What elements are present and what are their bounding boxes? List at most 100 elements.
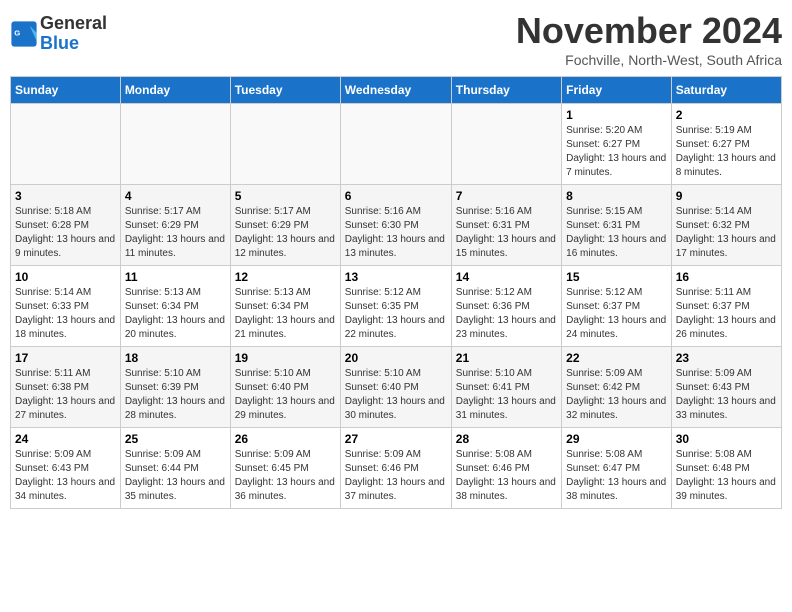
day-info: Sunrise: 5:17 AM Sunset: 6:29 PM Dayligh…: [125, 205, 226, 261]
day-info: Sunrise: 5:13 AM Sunset: 6:34 PM Dayligh…: [235, 286, 336, 342]
day-header-wednesday: Wednesday: [340, 77, 451, 104]
calendar-day-cell: 20 Sunrise: 5:10 AM Sunset: 6:40 PM Dayli…: [340, 347, 451, 428]
logo-text-line2: Blue: [40, 34, 107, 54]
day-number: 26: [235, 432, 336, 446]
calendar-week-row: 10 Sunrise: 5:14 AM Sunset: 6:33 PM Dayli…: [11, 266, 782, 347]
day-number: 25: [125, 432, 226, 446]
day-header-thursday: Thursday: [451, 77, 561, 104]
day-info: Sunrise: 5:18 AM Sunset: 6:28 PM Dayligh…: [15, 205, 116, 261]
calendar-day-cell: 13 Sunrise: 5:12 AM Sunset: 6:35 PM Dayli…: [340, 266, 451, 347]
day-info: Sunrise: 5:09 AM Sunset: 6:46 PM Dayligh…: [345, 448, 447, 504]
calendar-week-row: 3 Sunrise: 5:18 AM Sunset: 6:28 PM Daylig…: [11, 185, 782, 266]
day-header-sunday: Sunday: [11, 77, 121, 104]
day-number: 24: [15, 432, 116, 446]
day-number: 6: [345, 189, 447, 203]
calendar-day-cell: 18 Sunrise: 5:10 AM Sunset: 6:39 PM Dayli…: [120, 347, 230, 428]
page-title: November 2024: [516, 10, 782, 52]
calendar-day-cell: 19Sunrise: 5:10 AM Sunset: 6:40 PM Dayli…: [230, 347, 340, 428]
day-number: 16: [676, 270, 777, 284]
day-header-friday: Friday: [562, 77, 672, 104]
day-info: Sunrise: 5:08 AM Sunset: 6:46 PM Dayligh…: [456, 448, 557, 504]
day-number: 2: [676, 108, 777, 122]
day-number: 10: [15, 270, 116, 284]
day-number: 20: [345, 351, 447, 365]
calendar-week-row: 24 Sunrise: 5:09 AM Sunset: 6:43 PM Dayli…: [11, 428, 782, 509]
day-info: Sunrise: 5:11 AM Sunset: 6:37 PM Dayligh…: [676, 286, 777, 342]
calendar-day-cell: 24 Sunrise: 5:09 AM Sunset: 6:43 PM Dayli…: [11, 428, 121, 509]
day-info: Sunrise: 5:15 AM Sunset: 6:31 PM Dayligh…: [566, 205, 667, 261]
calendar-day-cell: 27 Sunrise: 5:09 AM Sunset: 6:46 PM Dayli…: [340, 428, 451, 509]
calendar-week-row: 17 Sunrise: 5:11 AM Sunset: 6:38 PM Dayli…: [11, 347, 782, 428]
calendar-day-cell: 8 Sunrise: 5:15 AM Sunset: 6:31 PM Daylig…: [562, 185, 672, 266]
calendar-day-cell: 9Sunrise: 5:14 AM Sunset: 6:32 PM Daylig…: [671, 185, 781, 266]
calendar-day-cell: 12 Sunrise: 5:13 AM Sunset: 6:34 PM Dayli…: [230, 266, 340, 347]
day-info: Sunrise: 5:10 AM Sunset: 6:41 PM Dayligh…: [456, 367, 557, 423]
logo: G General Blue: [10, 14, 107, 54]
day-info: Sunrise: 5:09 AM Sunset: 6:45 PM Dayligh…: [235, 448, 336, 504]
page-header: G General Blue November 2024 Fochville, …: [10, 10, 782, 68]
day-info: Sunrise: 5:12 AM Sunset: 6:35 PM Dayligh…: [345, 286, 447, 342]
day-number: 8: [566, 189, 667, 203]
calendar-day-cell: 17 Sunrise: 5:11 AM Sunset: 6:38 PM Dayli…: [11, 347, 121, 428]
day-number: 3: [15, 189, 116, 203]
day-info: Sunrise: 5:08 AM Sunset: 6:48 PM Dayligh…: [676, 448, 777, 504]
day-number: 27: [345, 432, 447, 446]
day-number: 28: [456, 432, 557, 446]
day-info: Sunrise: 5:09 AM Sunset: 6:43 PM Dayligh…: [676, 367, 777, 423]
day-info: Sunrise: 5:14 AM Sunset: 6:33 PM Dayligh…: [15, 286, 116, 342]
calendar-day-cell: [340, 104, 451, 185]
day-info: Sunrise: 5:16 AM Sunset: 6:30 PM Dayligh…: [345, 205, 447, 261]
day-info: Sunrise: 5:20 AM Sunset: 6:27 PM Dayligh…: [566, 124, 667, 180]
day-info: Sunrise: 5:09 AM Sunset: 6:44 PM Dayligh…: [125, 448, 226, 504]
day-info: Sunrise: 5:12 AM Sunset: 6:37 PM Dayligh…: [566, 286, 667, 342]
day-info: Sunrise: 5:10 AM Sunset: 6:40 PM Dayligh…: [345, 367, 447, 423]
day-number: 11: [125, 270, 226, 284]
day-number: 17: [15, 351, 116, 365]
calendar-day-cell: 6 Sunrise: 5:16 AM Sunset: 6:30 PM Daylig…: [340, 185, 451, 266]
day-number: 12: [235, 270, 336, 284]
day-info: Sunrise: 5:11 AM Sunset: 6:38 PM Dayligh…: [15, 367, 116, 423]
day-number: 23: [676, 351, 777, 365]
day-info: Sunrise: 5:12 AM Sunset: 6:36 PM Dayligh…: [456, 286, 557, 342]
day-number: 22: [566, 351, 667, 365]
calendar-header-row: SundayMondayTuesdayWednesdayThursdayFrid…: [11, 77, 782, 104]
day-number: 1: [566, 108, 667, 122]
calendar-day-cell: 23 Sunrise: 5:09 AM Sunset: 6:43 PM Dayli…: [671, 347, 781, 428]
day-number: 13: [345, 270, 447, 284]
calendar-day-cell: 2 Sunrise: 5:19 AM Sunset: 6:27 PM Daylig…: [671, 104, 781, 185]
day-info: Sunrise: 5:09 AM Sunset: 6:43 PM Dayligh…: [15, 448, 116, 504]
logo-blue-text: Blue: [40, 33, 79, 53]
day-number: 29: [566, 432, 667, 446]
day-number: 5: [235, 189, 336, 203]
day-info: Sunrise: 5:19 AM Sunset: 6:27 PM Dayligh…: [676, 124, 777, 180]
calendar-day-cell: 30Sunrise: 5:08 AM Sunset: 6:48 PM Dayli…: [671, 428, 781, 509]
calendar-day-cell: 3 Sunrise: 5:18 AM Sunset: 6:28 PM Daylig…: [11, 185, 121, 266]
calendar-day-cell: 5 Sunrise: 5:17 AM Sunset: 6:29 PM Daylig…: [230, 185, 340, 266]
day-number: 21: [456, 351, 557, 365]
calendar-day-cell: [451, 104, 561, 185]
calendar-day-cell: 26 Sunrise: 5:09 AM Sunset: 6:45 PM Dayli…: [230, 428, 340, 509]
day-info: Sunrise: 5:14 AM Sunset: 6:32 PM Dayligh…: [676, 205, 777, 261]
calendar-day-cell: 16 Sunrise: 5:11 AM Sunset: 6:37 PM Dayli…: [671, 266, 781, 347]
day-info: Sunrise: 5:10 AM Sunset: 6:39 PM Dayligh…: [125, 367, 226, 423]
day-header-monday: Monday: [120, 77, 230, 104]
day-number: 18: [125, 351, 226, 365]
calendar-day-cell: 21 Sunrise: 5:10 AM Sunset: 6:41 PM Dayli…: [451, 347, 561, 428]
calendar-day-cell: [11, 104, 121, 185]
calendar-week-row: 1 Sunrise: 5:20 AM Sunset: 6:27 PM Daylig…: [11, 104, 782, 185]
day-info: Sunrise: 5:17 AM Sunset: 6:29 PM Dayligh…: [235, 205, 336, 261]
day-number: 15: [566, 270, 667, 284]
calendar-day-cell: 10 Sunrise: 5:14 AM Sunset: 6:33 PM Dayli…: [11, 266, 121, 347]
day-number: 19: [235, 351, 336, 365]
calendar-day-cell: 7Sunrise: 5:16 AM Sunset: 6:31 PM Daylig…: [451, 185, 561, 266]
calendar-day-cell: 14Sunrise: 5:12 AM Sunset: 6:36 PM Dayli…: [451, 266, 561, 347]
calendar-day-cell: [230, 104, 340, 185]
day-info: Sunrise: 5:08 AM Sunset: 6:47 PM Dayligh…: [566, 448, 667, 504]
title-block: November 2024 Fochville, North-West, Sou…: [516, 10, 782, 68]
calendar-day-cell: 1 Sunrise: 5:20 AM Sunset: 6:27 PM Daylig…: [562, 104, 672, 185]
day-header-tuesday: Tuesday: [230, 77, 340, 104]
day-info: Sunrise: 5:13 AM Sunset: 6:34 PM Dayligh…: [125, 286, 226, 342]
day-info: Sunrise: 5:09 AM Sunset: 6:42 PM Dayligh…: [566, 367, 667, 423]
calendar-day-cell: 15 Sunrise: 5:12 AM Sunset: 6:37 PM Dayli…: [562, 266, 672, 347]
day-header-saturday: Saturday: [671, 77, 781, 104]
